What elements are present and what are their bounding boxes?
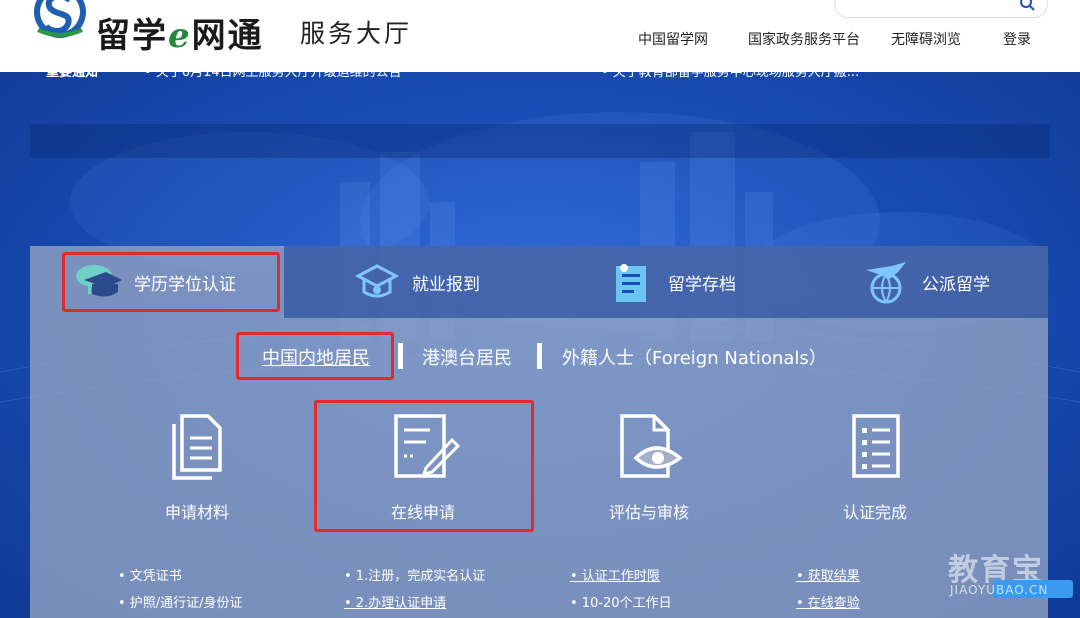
notice-date-1: 2022-06-14	[506, 61, 582, 76]
nav-link-accessibility[interactable]: 无障碍浏览	[891, 29, 961, 49]
logo-title: 留学e网通	[96, 16, 264, 56]
watermark-url: JIAOYUBAO.CN	[950, 583, 1049, 597]
bullet-item: • 1.注册，完成实名认证	[344, 569, 486, 584]
search-input[interactable]	[834, 0, 1048, 18]
bullet-item: • 10-20个工作日	[570, 596, 672, 611]
step-label: 申请材料	[164, 503, 229, 522]
subtab-separator	[537, 343, 542, 369]
nav-link-gov-platform[interactable]: 国家政务服务平台	[748, 29, 860, 49]
tab-label: 公派留学	[922, 274, 990, 295]
notice-date-2: 2022-06-11	[963, 61, 1039, 76]
checklist-icon[interactable]	[842, 410, 912, 482]
highlight-box-subtab	[236, 332, 394, 380]
document-eye-icon[interactable]	[614, 410, 684, 482]
step-label: 评估与审核	[608, 503, 689, 522]
bullet-item: • 护照/通行证/身份证	[118, 596, 243, 611]
subtab-foreign-nationals[interactable]: 外籍人士（Foreign Nationals）	[562, 344, 827, 370]
tab-employment-report[interactable]: 就业报到	[352, 250, 480, 314]
subtab-separator	[398, 343, 403, 369]
bullet-link[interactable]: • 在线查验	[796, 592, 860, 611]
highlight-box-step	[314, 400, 534, 532]
nav-link-cscse[interactable]: 中国留学网	[638, 29, 708, 49]
bullet-link[interactable]: • 获取结果	[796, 565, 860, 584]
tab-label: 留学存档	[668, 274, 736, 295]
step-label: 认证完成	[842, 503, 907, 522]
notice-bar	[30, 124, 1050, 158]
document-box-icon	[616, 264, 646, 302]
bullet-link[interactable]: • 认证工作时限	[570, 565, 660, 584]
notice-item-2[interactable]: • 关于教育部留学服务中心现场服务大厅搬...	[601, 61, 859, 80]
subtab-hk-macao-taiwan[interactable]: 港澳台居民	[422, 344, 512, 370]
documents-icon[interactable]	[162, 410, 232, 482]
nav-link-login[interactable]: 登录	[1003, 29, 1031, 49]
logo-icon[interactable]	[30, 0, 90, 44]
bullet-link[interactable]: • 2.办理认证申请	[344, 592, 446, 611]
logo-subtitle: 服务大厅	[300, 19, 413, 48]
tab-label: 就业报到	[412, 274, 480, 295]
plane-globe-icon	[866, 262, 906, 304]
highlight-box-tab	[62, 252, 280, 312]
bullet-item: • 文凭证书	[118, 569, 182, 584]
notice-label: 重要通知	[46, 65, 99, 80]
notice-item-1[interactable]: • 关于6月14日网上服务大厅升级运维的公告	[144, 61, 402, 80]
search-icon[interactable]	[1019, 0, 1035, 11]
tab-study-archive[interactable]: 留学存档	[608, 250, 736, 314]
cap-badge-icon	[354, 264, 400, 298]
tab-government-sponsored[interactable]: 公派留学	[862, 250, 990, 314]
